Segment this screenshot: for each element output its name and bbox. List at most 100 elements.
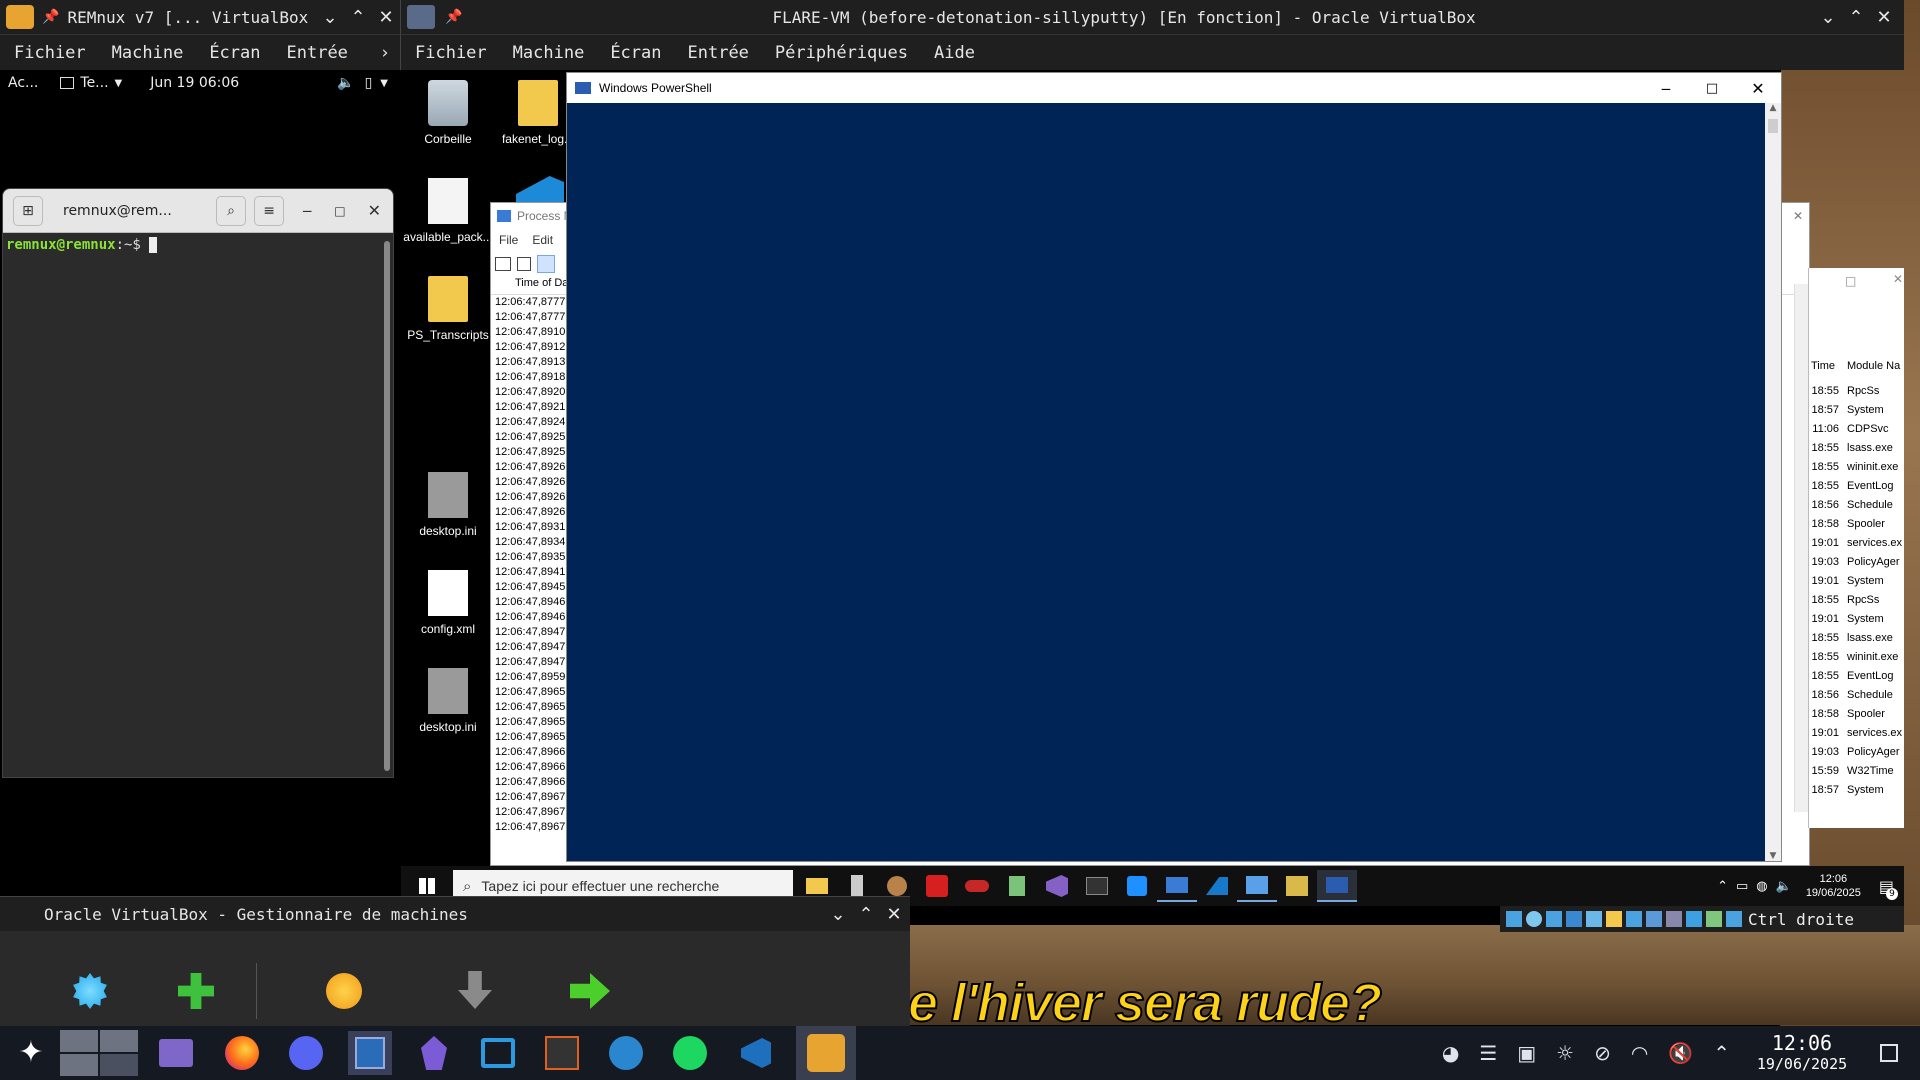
powershell-scrollbar[interactable]: ▲ ▼ (1765, 103, 1781, 861)
desktop-3[interactable] (60, 1054, 98, 1076)
obsidian-icon[interactable] (412, 1031, 456, 1075)
new-tab-icon[interactable]: ⊞ (13, 195, 43, 226)
activities-button[interactable]: Ac... (8, 75, 38, 91)
notification-center-icon[interactable]: ▤ 9 (1879, 877, 1898, 900)
scroll-down-icon[interactable]: ▼ (1765, 851, 1781, 861)
discard-icon[interactable] (458, 971, 492, 1009)
cpu-icon[interactable] (1666, 911, 1682, 927)
table-row[interactable]: 18:55 lsass.exe (1809, 629, 1905, 648)
discord-icon[interactable] (284, 1031, 328, 1075)
desktop-icon-config-xml[interactable]: config.xml (403, 570, 493, 636)
table-row[interactable]: 18:55 RpcSs (1809, 382, 1905, 401)
menu-peripheriques[interactable]: Périphériques (775, 43, 908, 63)
latex-editor-icon[interactable] (540, 1031, 584, 1075)
terminal-headerbar[interactable]: ⊞ remnux@rem... ⌕ ≡ ‒ □ ✕ (3, 189, 393, 233)
menu-entree[interactable]: Entrée (287, 43, 348, 63)
table-row[interactable]: 18:57 System (1809, 401, 1905, 420)
hdd-icon[interactable] (1506, 911, 1522, 927)
column-time[interactable]: Time (1809, 360, 1843, 378)
flare-vm-titlebar[interactable]: 📌 FLARE-VM (before-detonation-sillyputty… (400, 0, 1904, 34)
writer-icon[interactable] (348, 1031, 392, 1075)
keyboard-capture-icon[interactable] (1726, 911, 1742, 927)
table-row[interactable]: 18:55 RpcSs (1809, 591, 1905, 610)
vbox-manager-window[interactable]: Oracle VirtualBox - Gestionnaire de mach… (0, 896, 910, 1026)
mouse-integration-icon[interactable] (1706, 911, 1722, 927)
table-row[interactable]: 18:55 lsass.exe (1809, 439, 1905, 458)
volume-icon[interactable]: 🔈 (337, 75, 354, 91)
desktop-icon-desktop-ini[interactable]: desktop.ini (403, 472, 493, 538)
host-clock[interactable]: 12:06 19/06/2025 (1740, 1032, 1864, 1074)
desktop-2[interactable] (100, 1030, 138, 1052)
night-light-icon[interactable]: ☼ (1556, 1041, 1574, 1065)
chevron-down-icon[interactable]: ▼ (380, 78, 388, 89)
table-row[interactable]: 18:55 EventLog (1809, 667, 1905, 686)
terminal-scrollbar[interactable] (384, 241, 390, 771)
table-row[interactable]: 18:56 Schedule (1809, 686, 1905, 705)
new-vm-icon[interactable] (178, 973, 214, 1009)
show-desktop-icon[interactable] (1880, 1044, 1898, 1062)
menu-fichier[interactable]: Fichier (415, 43, 487, 63)
remmina-icon[interactable] (476, 1031, 520, 1075)
process-hacker-icon[interactable] (1277, 870, 1317, 902)
virtualbox-taskbar-icon[interactable] (796, 1026, 856, 1080)
minimize-icon[interactable]: ‒ (1643, 79, 1689, 98)
open-icon[interactable] (495, 257, 511, 271)
menu-machine[interactable]: Machine (112, 43, 184, 63)
fakenet-icon[interactable] (917, 870, 957, 902)
close-icon[interactable]: ✕ (1893, 272, 1903, 286)
capture-icon[interactable] (537, 255, 555, 273)
process-table-window[interactable]: □ ✕ Time Module Na 18:55 RpcSs 18:57 System… (1808, 268, 1904, 828)
table-row[interactable]: 18:57 System (1809, 781, 1905, 800)
desktop-1[interactable] (60, 1030, 98, 1052)
wireshark-icon[interactable] (1197, 870, 1237, 902)
mic-muted-icon[interactable]: ⊘ (1594, 1041, 1611, 1065)
close-icon[interactable]: ✕ (1793, 209, 1803, 223)
scroll-up-icon[interactable]: ▲ (1765, 103, 1781, 119)
close-icon[interactable]: ✕ (880, 900, 908, 928)
menu-machine[interactable]: Machine (513, 43, 585, 63)
chevron-up-icon[interactable]: ⌃ (1713, 1041, 1730, 1065)
menu-edit[interactable]: Edit (532, 233, 553, 247)
terminal-body[interactable]: remnux@remnux:~$ (3, 233, 393, 257)
save-icon[interactable] (517, 257, 531, 271)
windows-start-icon[interactable] (419, 878, 435, 894)
kde-connect-icon[interactable] (604, 1031, 648, 1075)
menu-aide[interactable]: Aide (934, 43, 975, 63)
terminal-icon[interactable] (1077, 870, 1117, 902)
tool-icon[interactable] (957, 870, 997, 902)
battery-icon[interactable]: ▯ (365, 75, 373, 91)
maximize-icon[interactable]: □ (334, 204, 345, 218)
left-scrollbar[interactable] (1794, 284, 1808, 812)
powershell-titlebar[interactable]: Windows PowerShell ‒ □ ✕ (567, 73, 1781, 103)
desktop-icon-ps-transcripts[interactable]: PS_Transcripts (403, 276, 493, 342)
terminal-window[interactable]: ⊞ remnux@rem... ⌕ ≡ ‒ □ ✕ remnux@remnux:… (2, 188, 394, 778)
close-icon[interactable]: ✕ (368, 201, 381, 220)
todo-icon[interactable] (1117, 870, 1157, 902)
chevron-down-icon[interactable]: ⌄ (1814, 3, 1842, 31)
maximize-icon[interactable]: □ (1845, 274, 1856, 288)
procmon-icon[interactable] (1157, 870, 1197, 902)
usb-icon[interactable] (1586, 911, 1602, 927)
scroll-thumb[interactable] (1768, 119, 1778, 133)
chevron-up-icon[interactable]: ⌃ (1717, 879, 1728, 894)
visual-studio-icon[interactable] (1037, 870, 1077, 902)
volume-muted-icon[interactable]: 🔇 (1668, 1041, 1693, 1065)
chevron-up-icon[interactable]: ⌃ (344, 3, 372, 31)
optical-drive-icon[interactable] (1526, 911, 1542, 927)
display-icon[interactable] (1626, 911, 1642, 927)
vt-icon[interactable] (1686, 911, 1702, 927)
virtual-desktop-pager[interactable] (60, 1030, 138, 1076)
table-row[interactable]: 19:01 System (1809, 610, 1905, 629)
menu-ecran[interactable]: Écran (610, 43, 661, 63)
shared-folder-icon[interactable] (1606, 911, 1622, 927)
recording-icon[interactable] (1646, 911, 1662, 927)
sliders-icon[interactable]: ☰ (1479, 1041, 1497, 1065)
volume-icon[interactable]: 🔈 (1776, 879, 1792, 894)
powershell-taskbar-icon[interactable] (1317, 870, 1357, 902)
table-row[interactable]: 19:01 services.ex (1809, 724, 1905, 743)
menu-entree[interactable]: Entrée (688, 43, 749, 63)
firefox-icon[interactable] (220, 1031, 264, 1075)
pin-icon[interactable]: 📌 (42, 9, 59, 25)
table-row[interactable]: 11:06 CDPSvc (1809, 420, 1905, 439)
battery-icon[interactable]: ▭ (1736, 879, 1748, 894)
